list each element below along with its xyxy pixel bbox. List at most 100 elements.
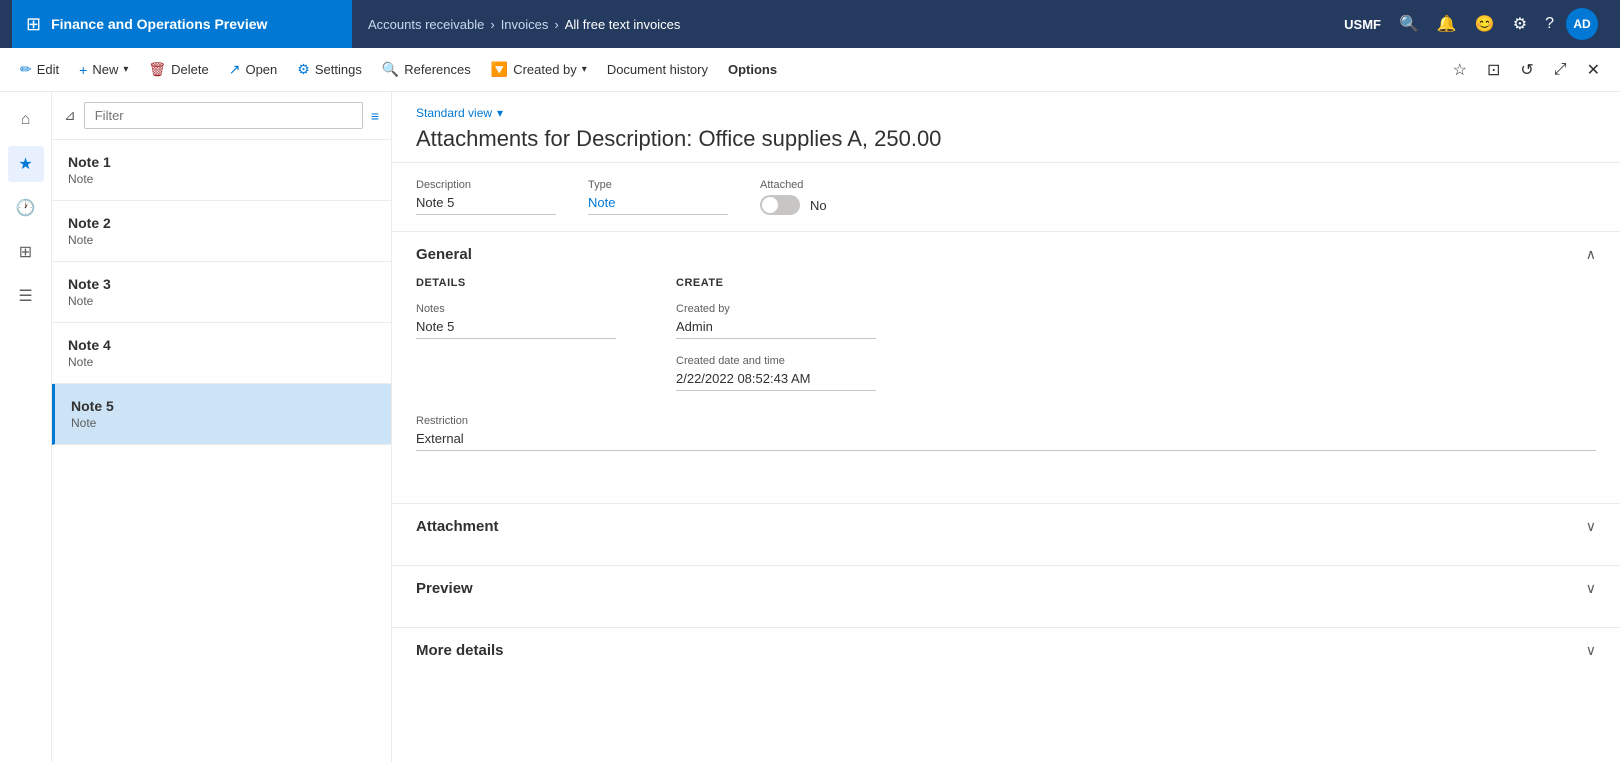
filter-input[interactable] <box>84 102 363 129</box>
sidebar-icon-star[interactable]: ★ <box>8 146 44 182</box>
type-field: Type Note <box>588 179 728 215</box>
attachment-section: Attachment ∨ <box>392 503 1620 549</box>
created-by-detail-label: Created by <box>676 303 876 315</box>
standard-view-label: Standard view <box>416 106 492 120</box>
list-items: Note 1 Note Note 2 Note Note 3 Note Note… <box>52 140 391 762</box>
emoji-icon-button[interactable]: 😊 <box>1469 10 1501 38</box>
standard-view-dropdown[interactable]: Standard view ▾ <box>416 106 1596 120</box>
page-title: Attachments for Description: Office supp… <box>416 126 1596 152</box>
list-item-note2[interactable]: Note 2 Note <box>52 201 391 262</box>
description-value[interactable]: Note 5 <box>416 195 556 215</box>
create-col: CREATE Created by Admin Created date and… <box>676 277 876 407</box>
list-item-title: Note 3 <box>68 276 375 292</box>
edit-button[interactable]: ✏ Edit <box>12 55 67 84</box>
sidebar-icon-list[interactable]: ☰ <box>8 278 44 314</box>
list-panel: ⊿ ≡ Note 1 Note Note 2 Note Note 3 Note … <box>52 92 392 762</box>
breadcrumb-sep-2: › <box>554 17 558 32</box>
more-details-section-title: More details <box>416 642 504 659</box>
list-item-note3[interactable]: Note 3 Note <box>52 262 391 323</box>
details-col: DETAILS Notes Note 5 <box>416 277 616 407</box>
general-section-header[interactable]: General ∧ <box>392 232 1620 277</box>
breadcrumb-invoices[interactable]: Invoices <box>501 17 549 32</box>
notes-label: Notes <box>416 303 616 315</box>
created-by-detail-value[interactable]: Admin <box>676 319 876 339</box>
new-button[interactable]: + New ▾ <box>71 56 136 84</box>
settings-button[interactable]: ⚙ Settings <box>289 55 370 84</box>
preview-section-header[interactable]: Preview ∨ <box>392 566 1620 611</box>
breadcrumb-accounts-receivable[interactable]: Accounts receivable <box>368 17 484 32</box>
restriction-label: Restriction <box>416 415 1596 427</box>
edit-label: Edit <box>37 62 59 77</box>
created-date-value[interactable]: 2/22/2022 08:52:43 AM <box>676 371 876 391</box>
general-section-body: DETAILS Notes Note 5 CREATE Created by A… <box>392 277 1620 487</box>
list-item-note5[interactable]: Note 5 Note <box>52 384 391 445</box>
document-history-button[interactable]: Document history <box>599 56 716 83</box>
list-item-sub: Note <box>68 172 375 186</box>
open-icon: ↗ <box>229 61 241 78</box>
attached-toggle-row: No <box>760 195 900 215</box>
close-button[interactable]: ✕ <box>1579 54 1608 86</box>
created-date-label: Created date and time <box>676 355 876 367</box>
sidebar-icon-grid[interactable]: ⊞ <box>8 234 44 270</box>
created-date-field: Created date and time 2/22/2022 08:52:43… <box>676 355 876 391</box>
more-details-section-header[interactable]: More details ∨ <box>392 628 1620 673</box>
restriction-value[interactable]: External <box>416 431 1596 451</box>
app-logo-area: ⊞ Finance and Operations Preview <box>12 0 352 48</box>
edit-icon: ✏ <box>20 61 32 78</box>
favorites-icon-button[interactable]: ☆ <box>1445 54 1475 86</box>
attached-label: Attached <box>760 179 900 191</box>
notification-icon-button[interactable]: 🔔 <box>1431 10 1463 38</box>
type-value[interactable]: Note <box>588 195 728 215</box>
options-label: Options <box>728 62 777 77</box>
list-item-sub: Note <box>68 355 375 369</box>
notes-value[interactable]: Note 5 <box>416 319 616 339</box>
search-icon-button[interactable]: 🔍 <box>1393 10 1425 38</box>
user-avatar[interactable]: AD <box>1566 8 1598 40</box>
references-button[interactable]: 🔍 References <box>374 55 479 84</box>
list-item-note4[interactable]: Note 4 Note <box>52 323 391 384</box>
attached-toggle[interactable] <box>760 195 800 215</box>
attached-text: No <box>810 198 827 213</box>
breadcrumb-all-free-text-invoices[interactable]: All free text invoices <box>565 17 681 32</box>
expand-icon-button[interactable]: ⊡ <box>1479 54 1508 86</box>
waffle-icon[interactable]: ⊞ <box>26 14 41 35</box>
sidebar-icon-recent[interactable]: 🕐 <box>8 190 44 226</box>
restriction-field: Restriction External <box>416 415 1596 451</box>
settings-icon-button[interactable]: ⚙ <box>1507 10 1533 38</box>
sidebar-icon-home[interactable]: ⌂ <box>8 102 44 138</box>
detail-header: Standard view ▾ Attachments for Descript… <box>392 92 1620 163</box>
list-item-sub: Note <box>68 294 375 308</box>
list-item-title: Note 5 <box>71 398 375 414</box>
filter-bar: ⊿ ≡ <box>52 92 391 140</box>
document-history-label: Document history <box>607 62 708 77</box>
options-button[interactable]: Options <box>720 56 785 83</box>
popout-icon-button[interactable]: ⤢ <box>1546 55 1575 85</box>
references-label: References <box>404 62 470 77</box>
attachment-section-title: Attachment <box>416 518 499 535</box>
delete-icon: 🗑 <box>148 61 166 78</box>
preview-chevron-icon: ∨ <box>1586 580 1596 597</box>
new-label: New <box>92 62 118 77</box>
attachment-section-header[interactable]: Attachment ∨ <box>392 504 1620 549</box>
notes-field: Notes Note 5 <box>416 303 616 339</box>
breadcrumb-area: Accounts receivable › Invoices › All fre… <box>352 0 1334 48</box>
standard-view-chevron-icon: ▾ <box>497 106 503 120</box>
filter-funnel-icon[interactable]: ⊿ <box>64 107 76 124</box>
new-icon: + <box>79 62 87 78</box>
help-icon-button[interactable]: ? <box>1539 11 1560 37</box>
delete-button[interactable]: 🗑 Delete <box>140 55 216 84</box>
created-by-button[interactable]: 🔽 Created by ▾ <box>483 55 595 84</box>
filter-lines-icon[interactable]: ≡ <box>371 108 379 124</box>
list-item-note1[interactable]: Note 1 Note <box>52 140 391 201</box>
open-button[interactable]: ↗ Open <box>221 55 286 84</box>
app-title: Finance and Operations Preview <box>51 16 267 32</box>
detail-panel: Standard view ▾ Attachments for Descript… <box>392 92 1620 762</box>
command-bar: ✏ Edit + New ▾ 🗑 Delete ↗ Open ⚙ Setting… <box>0 48 1620 92</box>
settings-label: Settings <box>315 62 362 77</box>
description-field: Description Note 5 <box>416 179 556 215</box>
top-nav-right: USMF 🔍 🔔 😊 ⚙ ? AD <box>1334 0 1608 48</box>
refresh-icon-button[interactable]: ↺ <box>1512 54 1541 86</box>
new-chevron-icon: ▾ <box>123 64 128 75</box>
created-by-field: Created by Admin <box>676 303 876 339</box>
list-item-title: Note 4 <box>68 337 375 353</box>
